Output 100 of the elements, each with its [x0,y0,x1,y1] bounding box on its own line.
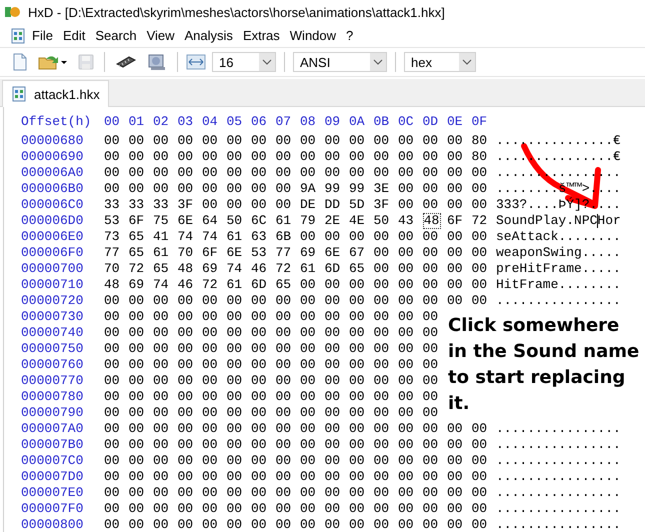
byte-cell[interactable]: 00 [324,373,349,389]
byte-cell[interactable]: 00 [226,309,251,325]
byte-cell[interactable]: 00 [153,501,178,517]
byte-cell[interactable]: 00 [104,437,128,453]
byte-cell[interactable]: 00 [374,149,398,165]
byte-cell[interactable]: 00 [128,485,153,501]
byte-cell[interactable]: 00 [104,133,128,149]
byte-cell[interactable]: 00 [374,325,398,341]
byte-cell[interactable]: 00 [276,197,300,213]
byte-cell[interactable]: 6D [324,261,349,277]
byte-cell[interactable]: 70 [178,245,202,261]
byte-cell[interactable]: 00 [226,501,251,517]
byte-cell[interactable]: 48 [422,213,440,229]
byte-cell[interactable]: 2E [324,213,349,229]
byte-cell[interactable]: 61 [153,245,178,261]
byte-cell[interactable]: 00 [422,437,447,453]
byte-cell[interactable]: 00 [300,485,324,501]
byte-cell[interactable]: 00 [251,133,276,149]
byte-cell[interactable]: 00 [226,341,251,357]
byte-cell[interactable]: 00 [398,165,422,181]
byte-cell[interactable]: 00 [398,181,422,197]
byte-cell[interactable]: 00 [104,357,128,373]
text-column-cell[interactable]: HitFrame........ [496,277,621,293]
byte-cell[interactable]: 00 [374,245,398,261]
byte-cell[interactable]: 00 [374,309,398,325]
byte-cell[interactable]: 00 [128,341,153,357]
byte-cell[interactable]: 74 [178,229,202,245]
byte-cell[interactable]: 00 [324,517,349,532]
byte-cell[interactable]: 00 [178,181,202,197]
byte-cell[interactable]: 00 [251,293,276,309]
byte-cell[interactable]: 3E [374,181,398,197]
byte-cell[interactable]: 61 [276,213,300,229]
byte-cell[interactable]: 72 [128,261,153,277]
byte-cell[interactable]: 00 [422,245,447,261]
byte-cell[interactable]: 9A [300,181,324,197]
byte-cell[interactable]: 00 [472,485,496,501]
byte-cell[interactable]: 69 [300,245,324,261]
byte-cell[interactable]: 00 [226,453,251,469]
byte-cell[interactable]: 00 [153,373,178,389]
byte-cell[interactable]: 00 [349,149,374,165]
byte-cell[interactable]: 00 [128,293,153,309]
byte-cell[interactable]: 00 [104,405,128,421]
byte-cell[interactable]: 00 [422,453,447,469]
byte-cell[interactable]: 00 [398,421,422,437]
byte-cell[interactable]: 00 [276,421,300,437]
byte-cell[interactable]: 00 [226,437,251,453]
byte-cell[interactable]: 77 [104,245,128,261]
byte-cell[interactable]: 00 [276,325,300,341]
byte-cell[interactable]: 00 [153,421,178,437]
byte-cell[interactable]: 00 [178,341,202,357]
byte-cell[interactable]: 72 [472,213,496,229]
byte-cell[interactable]: 00 [349,325,374,341]
byte-cell[interactable]: 70 [104,261,128,277]
byte-cell[interactable]: 00 [447,197,472,213]
byte-cell[interactable]: 00 [472,501,496,517]
byte-cell[interactable]: 00 [104,341,128,357]
byte-cell[interactable]: 00 [447,437,472,453]
byte-cell[interactable]: 46 [251,261,276,277]
byte-cell[interactable]: 00 [178,165,202,181]
byte-cell[interactable]: 00 [374,133,398,149]
byte-cell[interactable]: 00 [276,357,300,373]
byte-cell[interactable]: 00 [447,165,472,181]
byte-cell[interactable]: 00 [178,485,202,501]
byte-cell[interactable]: 00 [178,325,202,341]
byte-cell[interactable]: 00 [128,453,153,469]
byte-cell[interactable]: 6E [226,245,251,261]
byte-cell[interactable]: 00 [153,149,178,165]
byte-cell[interactable]: 00 [300,277,324,293]
byte-cell[interactable]: 00 [398,245,422,261]
byte-cell[interactable]: 00 [128,373,153,389]
byte-cell[interactable]: 72 [202,277,226,293]
byte-cell[interactable]: 00 [447,261,472,277]
byte-cell[interactable]: 00 [472,517,496,532]
text-column-cell[interactable]: ...............€ [496,133,621,149]
byte-cell[interactable]: 00 [128,517,153,532]
byte-cell[interactable]: 00 [374,517,398,532]
byte-cell[interactable]: 00 [422,405,447,421]
byte-cell[interactable]: 00 [153,517,178,532]
byte-cell[interactable]: 00 [104,293,128,309]
byte-cell[interactable]: 00 [128,501,153,517]
byte-cell[interactable]: 00 [202,389,226,405]
byte-cell[interactable]: 00 [226,405,251,421]
byte-cell[interactable]: 00 [374,469,398,485]
byte-cell[interactable]: DE [300,197,324,213]
byte-cell[interactable]: 00 [324,309,349,325]
byte-cell[interactable]: 00 [349,309,374,325]
byte-cell[interactable]: 00 [251,197,276,213]
byte-cell[interactable]: 00 [276,373,300,389]
byte-cell[interactable]: 00 [300,437,324,453]
byte-cell[interactable]: 00 [398,437,422,453]
byte-cell[interactable]: 00 [447,485,472,501]
byte-cell[interactable]: 00 [276,389,300,405]
byte-cell[interactable]: 6F [447,213,472,229]
byte-cell[interactable]: 00 [374,485,398,501]
byte-cell[interactable]: 00 [153,133,178,149]
text-column-cell[interactable]: ................ [496,453,621,469]
byte-cell[interactable]: 00 [422,293,447,309]
byte-cell[interactable]: 00 [374,277,398,293]
byte-cell[interactable]: 00 [276,485,300,501]
text-column-cell[interactable]: ................ [496,485,621,501]
